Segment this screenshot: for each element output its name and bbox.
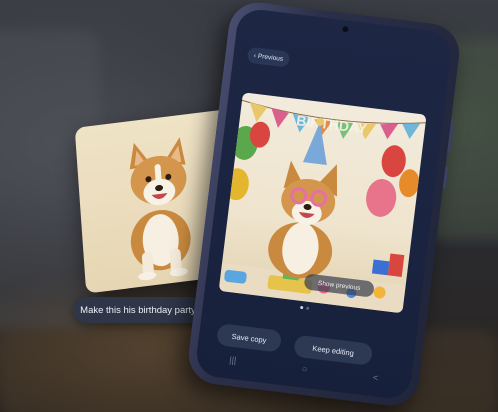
previous-button[interactable]: ‹ Previous <box>246 46 291 68</box>
save-copy-button[interactable]: Save copy <box>216 323 283 353</box>
pager-dot-active <box>300 305 304 310</box>
keep-editing-button[interactable]: Keep editing <box>293 334 374 366</box>
pager-dots <box>300 305 310 310</box>
phone-screen: ‹ Previous BIRTHDAY Show previous Save c… <box>194 7 454 401</box>
home-icon[interactable]: ○ <box>301 364 308 375</box>
back-icon[interactable]: < <box>372 372 378 383</box>
pager-dot <box>305 306 310 310</box>
phone-device: ‹ Previous BIRTHDAY Show previous Save c… <box>185 0 463 409</box>
recents-icon[interactable]: ||| <box>229 355 237 366</box>
front-camera <box>342 25 349 33</box>
prompt-bubble: Make this his birthday party <box>73 297 203 323</box>
banner-text: BIRTHDAY <box>296 112 369 137</box>
edited-photo[interactable]: BIRTHDAY Show previous <box>218 92 427 314</box>
scene-background: Make this his birthday party ‹ Previous <box>0 0 498 412</box>
previous-label: Previous <box>257 52 284 63</box>
chevron-left-icon: ‹ <box>253 51 257 60</box>
